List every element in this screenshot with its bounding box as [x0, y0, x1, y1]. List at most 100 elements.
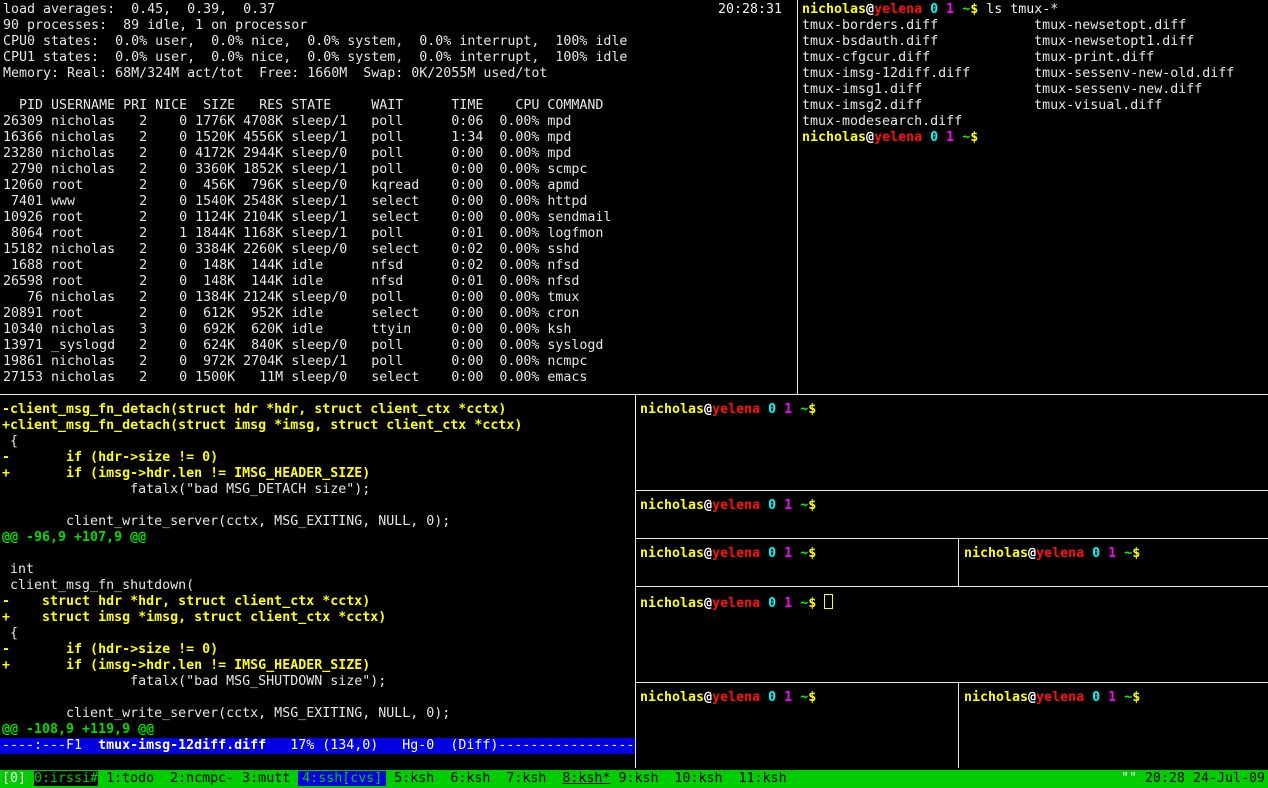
prompt-plain [922, 130, 930, 145]
prompt-path: ~ [800, 402, 808, 417]
status-window-segment[interactable]: 9:ksh 10:ksh 11:ksh [610, 771, 786, 786]
tmux-terminal-screen: load averages: 0.45, 0.39, 0.37 90 proce… [0, 0, 1268, 788]
prompt-path: ~ [800, 596, 808, 611]
pane-border-horizontal-3[interactable] [636, 586, 1268, 587]
pane-border-vertical-mid[interactable] [958, 539, 959, 586]
shell-prompt[interactable]: nicholas@yelena 0 1 ~$ [964, 690, 1140, 706]
status-window-segment[interactable]: 0:irssi# [34, 771, 98, 786]
pane-shell-6[interactable]: nicholas@yelena 0 1 ~$ [959, 683, 1268, 768]
prompt-host: yelena [712, 498, 760, 513]
diff-line [2, 546, 522, 562]
prompt-plain [792, 546, 800, 561]
prompt-plain [1100, 690, 1108, 705]
pane-shell-5[interactable]: nicholas@yelena 0 1 ~$ [636, 683, 958, 768]
pane-border-horizontal-main[interactable] [0, 394, 1268, 395]
prompt-plain [776, 498, 784, 513]
prompt-n0: 0 [768, 546, 776, 561]
shell-prompt[interactable]: nicholas@yelena 0 1 ~$ [802, 130, 1234, 146]
prompt-n1: 1 [946, 2, 954, 17]
prompt-dollar: $ [808, 690, 816, 705]
diff-line [2, 498, 522, 514]
diff-buffer: -client_msg_fn_detach(struct hdr *hdr, s… [2, 402, 522, 738]
diff-line [2, 690, 522, 706]
shell-prompt[interactable]: nicholas@yelena 0 1 ~$ [640, 498, 816, 514]
session-name: [0] [2, 771, 34, 786]
status-window-segment[interactable]: 1:todo 2:ncmpc- 3:mutt [98, 771, 298, 786]
diff-line: @@ -108,9 +119,9 @@ [2, 722, 522, 738]
status-right: "" 20:28 24-Jul-09 [1121, 770, 1265, 788]
diff-line: - struct hdr *hdr, struct client_ctx *cc… [2, 594, 522, 610]
status-window-segment[interactable]: 4:ssh[cvs] [298, 771, 386, 786]
pane-shell-4[interactable]: nicholas@yelena 0 1 ~$ [959, 539, 1268, 585]
diff-line: @@ -96,9 +107,9 @@ [2, 530, 522, 546]
prompt-plain [760, 546, 768, 561]
top-clock: 20:28:31 [718, 2, 782, 18]
modeline-filename: tmux-imsg-12diff.diff [98, 738, 266, 753]
prompt-host: yelena [712, 546, 760, 561]
prompt-dollar: $ [808, 498, 816, 513]
diff-line: client_msg_fn_shutdown( [2, 578, 522, 594]
pane-shell-3[interactable]: nicholas@yelena 0 1 ~$ [636, 539, 958, 585]
shell-prompt[interactable]: nicholas@yelena 0 1 ~$ [640, 690, 816, 706]
shell-prompt[interactable]: nicholas@yelena 0 1 ~$ ls tmux-* [802, 2, 1234, 18]
pane-shell-2[interactable]: nicholas@yelena 0 1 ~$ [636, 491, 1268, 537]
prompt-plain [1100, 546, 1108, 561]
status-date-time: 20:28 24-Jul-09 [1145, 771, 1265, 786]
shell-prompt[interactable]: nicholas@yelena 0 1 ~$ [640, 594, 833, 610]
prompt-plain [954, 2, 962, 17]
diff-line: fatalx("bad MSG_SHUTDOWN size"); [2, 674, 522, 690]
prompt-plain [1116, 546, 1124, 561]
prompt-user: nicholas [964, 690, 1028, 705]
prompt-path: ~ [1124, 690, 1132, 705]
prompt-n0: 0 [1092, 690, 1100, 705]
tmux-status-bar: [0] 0:irssi# 1:todo 2:ncmpc- 3:mutt 4:ss… [0, 770, 1268, 788]
diff-line: + if (imsg->hdr.len != IMSG_HEADER_SIZE) [2, 658, 522, 674]
pane-shell-active[interactable]: nicholas@yelena 0 1 ~$ [636, 587, 1268, 681]
prompt-dollar: $ [1132, 690, 1140, 705]
shell-prompt[interactable]: nicholas@yelena 0 1 ~$ [640, 546, 816, 562]
diff-line: fatalx("bad MSG_DETACH size"); [2, 482, 522, 498]
prompt-n1: 1 [784, 498, 792, 513]
prompt-n1: 1 [784, 596, 792, 611]
prompt-host: yelena [712, 402, 760, 417]
status-window-segment[interactable]: 8:ksh* [562, 771, 610, 786]
prompt-host: yelena [874, 130, 922, 145]
pane-shell-1[interactable]: nicholas@yelena 0 1 ~$ [636, 396, 1268, 489]
pane-top-process-monitor[interactable]: load averages: 0.45, 0.39, 0.37 90 proce… [0, 0, 797, 394]
shell-prompt[interactable]: nicholas@yelena 0 1 ~$ [640, 402, 816, 418]
pane-emacs-diff[interactable]: -client_msg_fn_detach(struct hdr *hdr, s… [0, 396, 635, 768]
prompt-plain [792, 402, 800, 417]
shell-prompt[interactable]: nicholas@yelena 0 1 ~$ [964, 546, 1140, 562]
pane-border-horizontal-4[interactable] [636, 682, 1268, 683]
diff-line: { [2, 434, 522, 450]
prompt-n1: 1 [784, 402, 792, 417]
prompt-at: @ [866, 2, 874, 17]
prompt-n1: 1 [1108, 546, 1116, 561]
diff-line: client_write_server(cctx, MSG_EXITING, N… [2, 514, 522, 530]
prompt-host: yelena [712, 690, 760, 705]
pane-title: "" [1121, 771, 1137, 786]
diff-line: -client_msg_fn_detach(struct hdr *hdr, s… [2, 402, 522, 418]
pane-border-horizontal-1[interactable] [636, 490, 1268, 491]
prompt-path: ~ [800, 498, 808, 513]
pane-shell-ls[interactable]: nicholas@yelena 0 1 ~$ ls tmux-* tmux-bo… [798, 0, 1268, 394]
prompt-dollar: $ [808, 546, 816, 561]
prompt-path: ~ [1124, 546, 1132, 561]
pane-border-vertical-top[interactable] [797, 0, 798, 395]
prompt-at: @ [704, 596, 712, 611]
ls-file-list: tmux-borders.diff tmux-newsetopt.diff tm… [802, 18, 1234, 130]
status-left: [0] 0:irssi# 1:todo 2:ncmpc- 3:mutt 4:ss… [2, 770, 787, 788]
prompt-n0: 0 [768, 498, 776, 513]
diff-line: - if (hdr->size != 0) [2, 642, 522, 658]
pane-border-vertical-low[interactable] [958, 683, 959, 768]
pane-border-horizontal-2[interactable] [636, 538, 1268, 539]
status-clock [1137, 771, 1145, 786]
prompt-dollar: $ [1132, 546, 1140, 561]
pane-border-vertical-bottom[interactable] [635, 395, 636, 768]
modeline-text: ----:---F1 [2, 738, 98, 753]
prompt-user: nicholas [964, 546, 1028, 561]
prompt-n0: 0 [930, 130, 938, 145]
prompt-host: yelena [1036, 690, 1084, 705]
prompt-n0: 0 [768, 596, 776, 611]
status-window-segment[interactable]: 5:ksh 6:ksh 7:ksh [386, 771, 562, 786]
